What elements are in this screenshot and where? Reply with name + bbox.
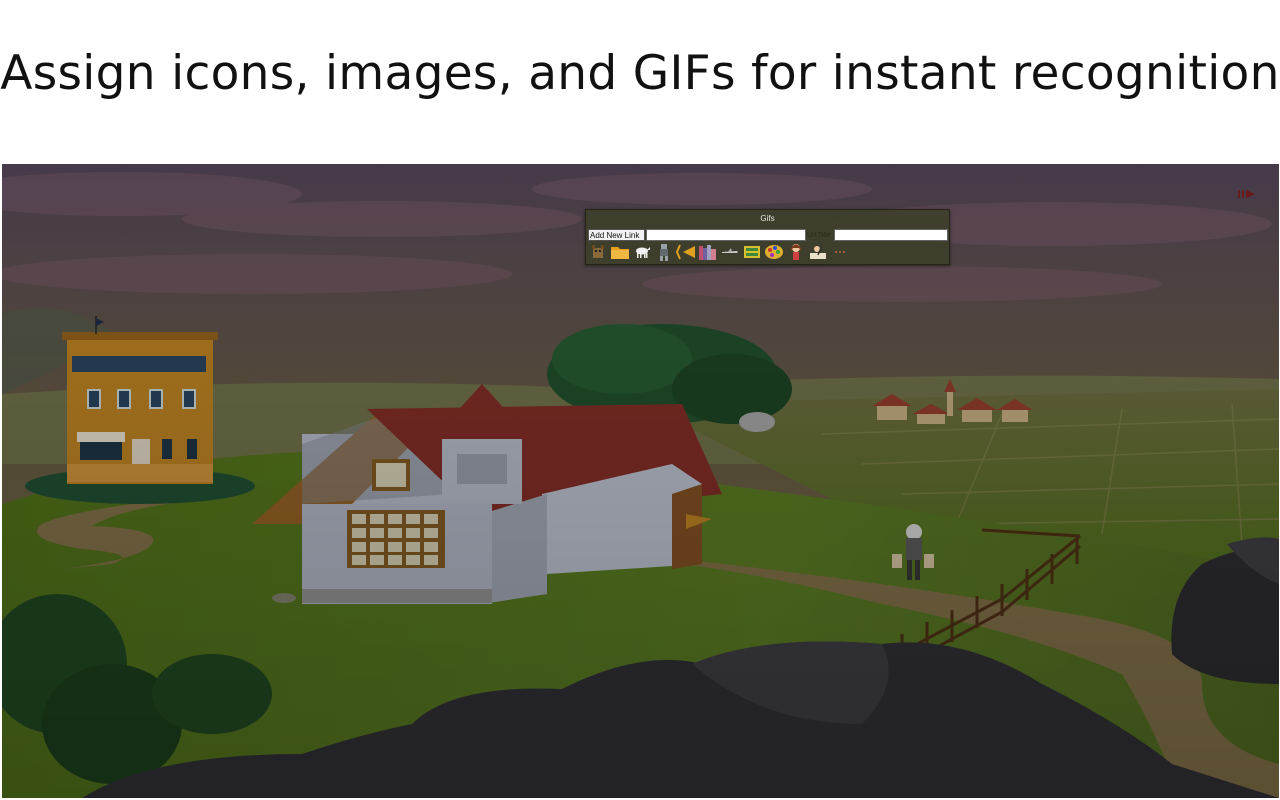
pause-icon[interactable] [1238, 189, 1256, 199]
palette-gif-icon[interactable] [764, 243, 784, 261]
gifs-panel: Gifs Add New Link Url Title [585, 209, 950, 265]
gif-icon-row [588, 242, 852, 262]
url-title-input[interactable] [834, 229, 948, 241]
cash-gif-icon[interactable] [742, 243, 762, 261]
girl-gif-icon[interactable] [786, 243, 806, 261]
horse-gif-icon[interactable] [632, 243, 652, 261]
plane-gif-icon[interactable] [720, 243, 740, 261]
panel-title: Gifs [760, 214, 775, 223]
animal-gif-icon[interactable] [588, 243, 608, 261]
url-title-label: Url Title [807, 232, 831, 239]
more-gif-icon[interactable] [830, 243, 850, 261]
add-new-link-button[interactable]: Add New Link [588, 229, 645, 241]
game-scene[interactable]: Gifs Add New Link Url Title [2, 164, 1279, 798]
books-gif-icon[interactable] [698, 243, 718, 261]
folder-gif-icon[interactable] [610, 243, 630, 261]
robot-gif-icon[interactable] [654, 243, 674, 261]
arrow-gif-icon[interactable] [676, 243, 696, 261]
page-headline: Assign icons, images, and GIFs for insta… [0, 46, 1280, 101]
writer-gif-icon[interactable] [808, 243, 828, 261]
link-url-input[interactable] [646, 229, 806, 241]
